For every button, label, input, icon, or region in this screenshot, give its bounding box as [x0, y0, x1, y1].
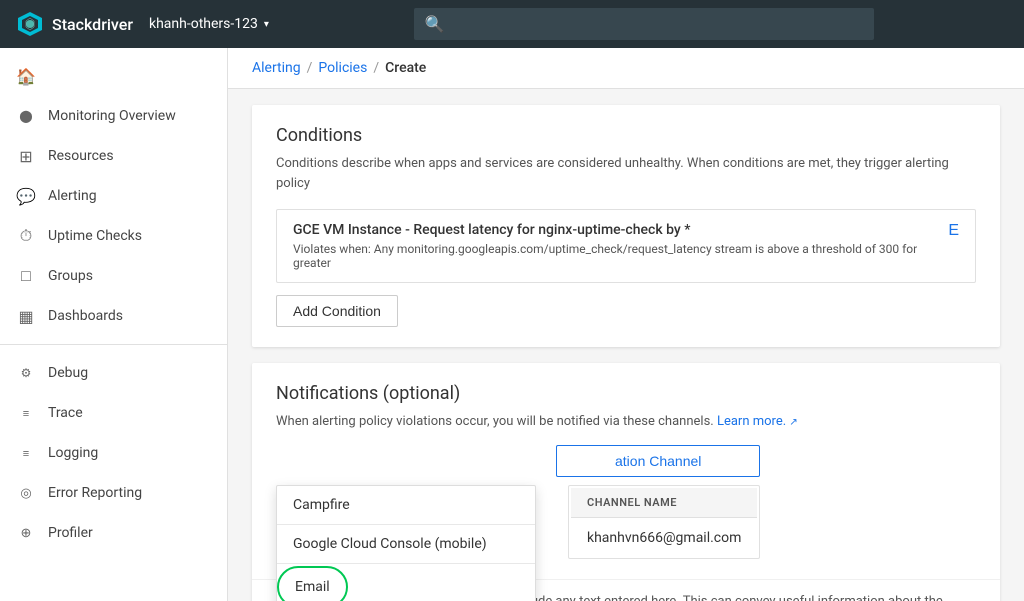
condition-title: GCE VM Instance - Request latency for ng…: [293, 222, 948, 238]
add-notification-channel-button[interactable]: ation Channel: [556, 445, 760, 477]
breadcrumb-alerting[interactable]: Alerting: [252, 60, 301, 76]
uptime-icon: ⏱: [16, 226, 36, 246]
sidebar-item-groups[interactable]: □ Groups: [0, 256, 227, 296]
condition-desc: Violates when: Any monitoring.googleapis…: [293, 242, 948, 270]
dashboards-icon: ▦: [16, 306, 36, 326]
condition-info: GCE VM Instance - Request latency for ng…: [293, 222, 948, 270]
conditions-description: Conditions describe when apps and servic…: [276, 154, 976, 193]
logo-text: Stackdriver: [52, 15, 133, 34]
conditions-title: Conditions: [276, 125, 976, 146]
notifications-title: Notifications (optional): [276, 383, 976, 404]
external-link-icon: ↗: [789, 417, 797, 428]
channel-table: CHANNEL NAME khanhvn666@gmail.com: [568, 485, 760, 559]
sidebar-item-debug[interactable]: ⚙ Debug: [0, 353, 227, 393]
sidebar-item-label: Dashboards: [48, 308, 123, 324]
trace-icon: ≡: [16, 403, 36, 423]
project-selector[interactable]: khanh-others-123 ▾: [149, 16, 269, 32]
right-panel: ation Channel CHANNEL NAME: [556, 445, 760, 559]
main-layout: 🏠 ⬤ Monitoring Overview ⊞ Resources 💬 Al…: [0, 48, 1024, 601]
sidebar-item-resources[interactable]: ⊞ Resources: [0, 136, 227, 176]
breadcrumb-sep2: /: [373, 60, 379, 76]
channel-name-cell: khanhvn666@gmail.com: [571, 520, 757, 556]
dropdown-item-email[interactable]: Email: [277, 564, 535, 601]
conditions-card: Conditions Conditions describe when apps…: [252, 105, 1000, 347]
sidebar-item-label: Resources: [48, 148, 114, 164]
project-name: khanh-others-123: [149, 16, 258, 32]
notifications-card: Notifications (optional) When alerting p…: [252, 363, 1000, 601]
search-wrap: 🔍: [414, 8, 874, 40]
notifications-controls: Campfire Google Cloud Console (mobile) E…: [276, 445, 976, 559]
sidebar-item-profiler[interactable]: ⊕ Profiler: [0, 513, 227, 553]
breadcrumb-sep1: /: [307, 60, 313, 76]
sidebar-item-uptime[interactable]: ⏱ Uptime Checks: [0, 216, 227, 256]
sidebar-item-dashboards[interactable]: ▦ Dashboards: [0, 296, 227, 336]
alerting-icon: 💬: [16, 186, 36, 206]
logo: Stackdriver: [16, 10, 133, 38]
conditions-section: Conditions Conditions describe when apps…: [252, 105, 1000, 347]
sidebar-item-home[interactable]: 🏠: [0, 56, 227, 96]
dropdown-scroll: Campfire Google Cloud Console (mobile) E…: [277, 486, 535, 601]
dropdown-item-google-cloud[interactable]: Google Cloud Console (mobile): [277, 525, 535, 563]
table-row: khanhvn666@gmail.com: [571, 520, 757, 556]
sidebar-divider: [0, 344, 227, 345]
notifications-section: Notifications (optional) When alerting p…: [252, 363, 1000, 601]
breadcrumb-current: Create: [385, 60, 426, 76]
notifications-desc-text: When alerting policy violations occur, y…: [276, 414, 714, 429]
sidebar-item-monitoring[interactable]: ⬤ Monitoring Overview: [0, 96, 227, 136]
sidebar-item-alerting[interactable]: 💬 Alerting: [0, 176, 227, 216]
sidebar-item-label: Debug: [48, 365, 88, 381]
sidebar-item-label: Uptime Checks: [48, 228, 142, 244]
sidebar-item-label: Profiler: [48, 525, 93, 541]
notifications-desc: When alerting policy violations occur, y…: [276, 414, 976, 429]
error-reporting-icon: ◎: [16, 483, 36, 503]
home-icon: 🏠: [16, 66, 36, 86]
sidebar-item-error-reporting[interactable]: ◎ Error Reporting: [0, 473, 227, 513]
sidebar-item-label: Alerting: [48, 188, 97, 204]
condition-edit-button[interactable]: E: [948, 222, 959, 240]
dropdown-item-campfire[interactable]: Campfire: [277, 486, 535, 524]
sidebar-item-logging[interactable]: ≡ Logging: [0, 433, 227, 473]
monitoring-icon: ⬤: [16, 106, 36, 126]
sidebar-item-label: Groups: [48, 268, 93, 284]
stackdriver-logo-icon: [16, 10, 44, 38]
channel-table-wrap: CHANNEL NAME khanhvn666@gmail.com: [568, 485, 760, 559]
channel-type-list: Campfire Google Cloud Console (mobile) E…: [276, 485, 536, 601]
breadcrumb-policies[interactable]: Policies: [318, 60, 367, 76]
profiler-icon: ⊕: [16, 523, 36, 543]
search-input[interactable]: [414, 8, 874, 40]
add-condition-button[interactable]: Add Condition: [276, 295, 398, 327]
learn-more-link[interactable]: Learn more. ↗: [717, 414, 798, 429]
breadcrumb: Alerting / Policies / Create: [228, 48, 1024, 89]
sidebar-item-label: Monitoring Overview: [48, 108, 176, 124]
add-notif-btn-label: ation Channel: [615, 453, 701, 469]
logging-icon: ≡: [16, 443, 36, 463]
channel-name-header: CHANNEL NAME: [571, 488, 757, 518]
sidebar-item-label: Error Reporting: [48, 485, 142, 501]
sidebar-item-label: Logging: [48, 445, 98, 461]
condition-item: GCE VM Instance - Request latency for ng…: [276, 209, 976, 283]
sidebar-item-trace[interactable]: ≡ Trace: [0, 393, 227, 433]
chevron-down-icon: ▾: [264, 19, 269, 30]
groups-icon: □: [16, 266, 36, 286]
learn-more-label: Learn more.: [717, 414, 786, 429]
notifications-inner: Notifications (optional) When alerting p…: [252, 363, 1000, 579]
content-area: Alerting / Policies / Create Conditions …: [228, 48, 1024, 601]
topnav: Stackdriver khanh-others-123 ▾ 🔍: [0, 0, 1024, 48]
sidebar: 🏠 ⬤ Monitoring Overview ⊞ Resources 💬 Al…: [0, 48, 228, 601]
debug-icon: ⚙: [16, 363, 36, 383]
sidebar-item-label: Trace: [48, 405, 83, 421]
email-circle[interactable]: Email: [277, 566, 348, 601]
resources-icon: ⊞: [16, 146, 36, 166]
